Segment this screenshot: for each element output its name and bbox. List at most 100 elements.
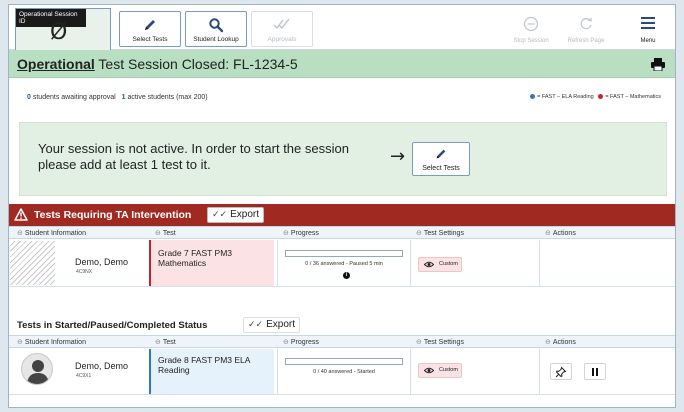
col-label: Test <box>162 230 176 237</box>
started-table-header: ⊖ Student Information ⊖ Test ⊖ Progress ⊖ Te… <box>9 335 675 348</box>
pause-button[interactable] <box>584 363 606 380</box>
col-progress[interactable]: ⊖ Progress <box>283 338 319 346</box>
math-dot <box>598 94 604 100</box>
toolbar: Operational Session ID Ø Select Tests St… <box>9 5 675 50</box>
approvals-button[interactable]: Approvals <box>251 11 313 47</box>
pause-icon <box>592 367 598 376</box>
printer-icon[interactable] <box>651 58 665 71</box>
ta-export-button[interactable]: ✓✓ Export <box>207 207 264 223</box>
student-counts: 0 students awaiting approval 1 active st… <box>27 94 208 101</box>
hamburger-icon <box>641 17 655 29</box>
test-name: Grade 8 FAST PM3 ELA Reading <box>158 355 250 375</box>
col-test-settings[interactable]: ⊖ Test Settings <box>416 229 464 237</box>
progress-text: 0 / 36 answered - Paused 5 min <box>305 261 383 267</box>
progress-bar <box>285 358 403 365</box>
student-id: 4C9NX <box>76 269 93 275</box>
test-settings-button[interactable]: Custom <box>418 257 462 272</box>
session-id-box: Operational Session ID Ø <box>15 8 111 50</box>
refresh-page-label: Refresh Page <box>567 38 605 44</box>
test-cell-reading: Grade 8 FAST PM3 ELA Reading <box>149 349 274 394</box>
eye-icon <box>424 261 434 268</box>
col-test[interactable]: ⊖ Test <box>155 229 176 237</box>
col-label: Progress <box>290 230 319 237</box>
student-lookup-label: Student Lookup <box>193 36 239 43</box>
col-test-settings[interactable]: ⊖ Test Settings <box>416 338 464 346</box>
test-cell-math: Grade 7 FAST PM3 Mathematics <box>149 240 274 286</box>
table-row: Demo, Demo 4C9X1 Grade 8 FAST PM3 ELA Re… <box>9 349 675 395</box>
started-export-button[interactable]: ✓✓ Export <box>243 317 300 333</box>
col-progress[interactable]: ⊖ Progress <box>283 229 319 237</box>
pin-button[interactable] <box>550 363 572 380</box>
double-check-icon: ✓✓ <box>212 210 228 220</box>
col-actions[interactable]: ⊖ Actions <box>545 338 576 346</box>
col-label: Actions <box>552 230 576 237</box>
notice-message: Your session is not active. In order to … <box>38 141 349 172</box>
menu-button[interactable]: Menu <box>623 11 673 47</box>
user-silhouette-icon <box>27 360 49 384</box>
page-title: Operational Test Session Closed: FL-1234… <box>17 56 298 72</box>
column-divider <box>277 349 278 395</box>
reading-dot <box>530 94 536 100</box>
refresh-page-button[interactable]: Refresh Page <box>561 11 611 47</box>
table-row: Demo, Demo 4C9NX Grade 7 FAST PM3 Mathem… <box>9 240 675 287</box>
column-divider <box>539 240 540 287</box>
inactive-session-notice: Your session is not active. In order to … <box>19 122 667 196</box>
started-export-label: Export <box>266 319 295 330</box>
test-name: Grade 7 FAST PM3 Mathematics <box>158 248 233 268</box>
col-label: Progress <box>290 339 319 346</box>
student-name: Demo, Demo <box>75 361 129 371</box>
double-check-icon <box>273 18 290 30</box>
test-settings-button[interactable]: Custom <box>418 363 462 378</box>
subject-legend: = FAST – ELA Reading = FAST – Mathematic… <box>530 94 661 100</box>
info-icon[interactable]: i <box>343 272 350 279</box>
session-mode-link[interactable]: Operational <box>17 56 95 72</box>
notice-select-tests-label: Select Tests <box>422 165 460 172</box>
col-label: Test Settings <box>423 339 464 346</box>
double-check-icon: ✓✓ <box>248 320 264 330</box>
col-student-info[interactable]: ⊖ Student Information <box>17 338 86 346</box>
eye-icon <box>424 367 434 374</box>
col-student-info[interactable]: ⊖ Student Information <box>17 229 86 237</box>
session-title-bar: Operational Test Session Closed: FL-1234… <box>9 50 675 78</box>
session-id-value: Ø <box>50 20 68 45</box>
awaiting-text: students awaiting approval <box>30 94 116 101</box>
col-actions[interactable]: ⊖ Actions <box>545 229 576 237</box>
notice-select-tests-button[interactable]: Select Tests <box>412 142 470 176</box>
col-label: Actions <box>552 339 576 346</box>
stop-session-button[interactable]: Stop Session <box>506 11 556 47</box>
menu-label: Menu <box>640 38 656 44</box>
app-frame: Operational Session ID Ø Select Tests St… <box>8 4 676 408</box>
approvals-label: Approvals <box>267 36 297 43</box>
stop-session-label: Stop Session <box>513 38 549 44</box>
ta-table-header: ⊖ Student Information ⊖ Test ⊖ Progress ⊖ Te… <box>9 226 675 239</box>
magnifier-icon <box>209 18 224 33</box>
stop-icon <box>523 16 539 32</box>
legend-reading: = FAST – ELA Reading <box>537 94 594 100</box>
student-status-line: 0 students awaiting approval 1 active st… <box>19 89 667 107</box>
student-lookup-button[interactable]: Student Lookup <box>185 11 247 47</box>
started-section-title: Tests in Started/Paused/Completed Status <box>17 320 208 331</box>
pencil-icon <box>436 149 446 159</box>
ta-export-label: Export <box>230 209 259 220</box>
pencil-icon <box>145 20 155 30</box>
col-label: Test <box>162 339 176 346</box>
select-tests-label: Select Tests <box>132 36 168 43</box>
col-label: Student Information <box>24 339 86 346</box>
started-section-header: Tests in Started/Paused/Completed Status… <box>9 315 675 335</box>
student-id: 4C9X1 <box>76 373 92 379</box>
column-divider <box>277 240 278 287</box>
test-settings-label: Custom <box>439 261 458 267</box>
active-text: active students (max 200) <box>125 94 208 101</box>
arrow-right-icon: → <box>390 146 406 167</box>
select-tests-button[interactable]: Select Tests <box>119 11 181 47</box>
col-label: Test Settings <box>423 230 464 237</box>
col-test[interactable]: ⊖ Test <box>155 338 176 346</box>
col-label: Student Information <box>24 230 86 237</box>
refresh-icon <box>580 17 592 30</box>
student-name: Demo, Demo <box>75 257 129 267</box>
avatar-placeholder <box>10 241 55 285</box>
warning-icon <box>14 208 28 221</box>
column-divider <box>410 240 411 287</box>
pin-icon <box>555 366 567 377</box>
column-divider <box>539 349 540 395</box>
